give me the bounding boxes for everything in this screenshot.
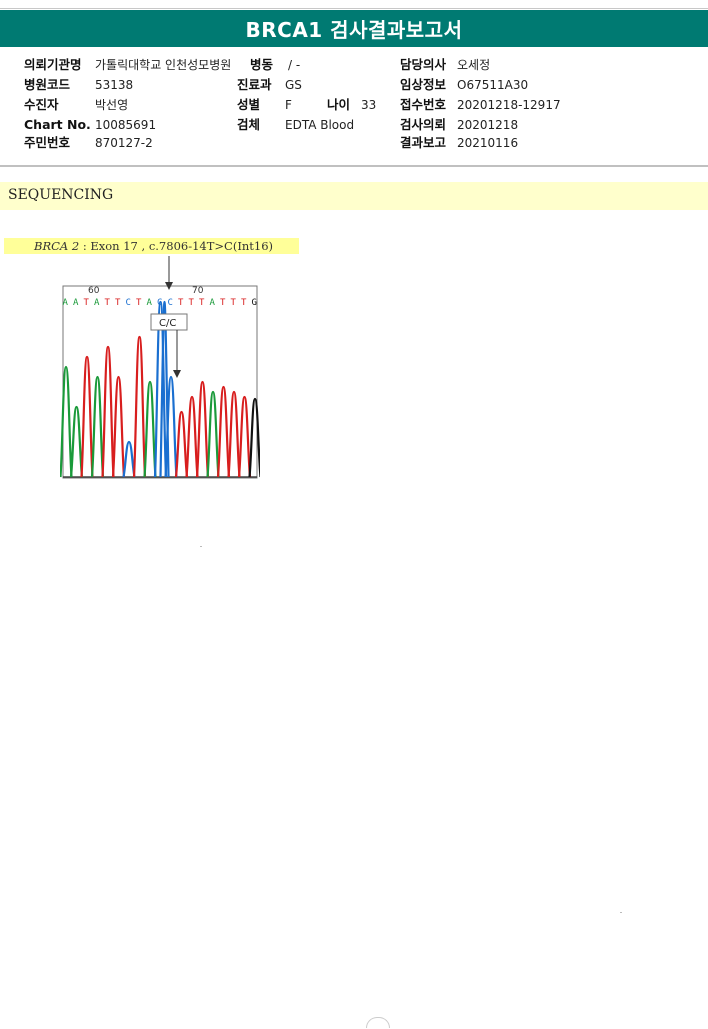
top-rule bbox=[0, 0, 708, 9]
sequence-base-label: T bbox=[178, 298, 184, 308]
id-no-label: 주민번호 bbox=[24, 135, 71, 150]
report-date-value: 20210116 bbox=[457, 136, 519, 150]
sequence-base-label: T bbox=[241, 298, 247, 308]
chromatogram-peak bbox=[122, 440, 136, 478]
id-no-value: 870127-2 bbox=[95, 136, 153, 150]
doctor-label: 담당의사 bbox=[400, 57, 447, 72]
patient-label: 수진자 bbox=[24, 97, 59, 112]
chromatogram-peak bbox=[111, 375, 126, 478]
hospital-code-value: 53138 bbox=[95, 78, 134, 92]
sequence-base-label: T bbox=[115, 298, 121, 308]
chromatogram-peak bbox=[80, 355, 94, 478]
sequence-base-label: C bbox=[168, 298, 173, 308]
request-date-label: 검사의뢰 bbox=[400, 117, 447, 132]
sequence-base-label: T bbox=[220, 298, 226, 308]
sequence-base-label: T bbox=[231, 298, 237, 308]
report-title-bar: BRCA1 검사결과보고서 bbox=[0, 10, 708, 47]
sequence-base-label: T bbox=[136, 298, 142, 308]
chromatogram: 60 70 A A T A T T C T A C C T T T A T T T G C/C bbox=[59, 256, 262, 482]
ward-value: / - bbox=[288, 58, 301, 72]
chart-no-value: 10085691 bbox=[95, 118, 157, 132]
specimen-value: EDTA Blood bbox=[285, 118, 355, 132]
sex-label: 성별 bbox=[237, 97, 261, 112]
sequence-base-label: T bbox=[199, 298, 205, 308]
chromatogram-peak bbox=[69, 405, 84, 478]
scan-dot bbox=[620, 912, 622, 913]
sex-value: F bbox=[285, 98, 292, 112]
variant-gene: BRCA 2 bbox=[34, 239, 80, 253]
chromatogram-peak bbox=[174, 410, 189, 478]
age-value: 33 bbox=[361, 98, 377, 112]
sequencing-section-header: SEQUENCING bbox=[0, 182, 708, 210]
clinical-info-value: O67511A30 bbox=[457, 78, 529, 92]
sequence-base-label: A bbox=[63, 298, 69, 308]
hospital-code-label: 병원코드 bbox=[24, 77, 71, 92]
sequence-base-label: T bbox=[189, 298, 195, 308]
genotype-call-label: C/C bbox=[159, 318, 176, 329]
department-label: 진료과 bbox=[237, 77, 272, 92]
institution-label: 의뢰기관명 bbox=[24, 57, 82, 72]
chromatogram-peak bbox=[248, 397, 262, 478]
receipt-no-label: 접수번호 bbox=[400, 97, 447, 112]
chromatogram-peak bbox=[185, 395, 199, 478]
scan-dot bbox=[200, 546, 202, 547]
chromatogram-peak bbox=[206, 390, 220, 478]
chromatogram-peak bbox=[216, 385, 231, 478]
variant-text: BRCA 2 : Exon 17 , c.7806-14T>C(Int16) bbox=[34, 238, 273, 254]
chromatogram-peak bbox=[195, 380, 210, 478]
chromatogram-peak bbox=[237, 395, 252, 478]
variant-highlight: BRCA 2 : Exon 17 , c.7806-14T>C(Int16) bbox=[4, 238, 299, 254]
chromatogram-peak bbox=[143, 380, 157, 478]
sequence-base-label: A bbox=[94, 298, 100, 308]
sequence-base-label: C bbox=[126, 298, 131, 308]
chromatogram-peak bbox=[227, 390, 241, 478]
specimen-label: 검체 bbox=[237, 117, 261, 132]
variant-description: : Exon 17 , c.7806-14T>C(Int16) bbox=[82, 239, 274, 253]
doctor-value: 오세정 bbox=[457, 58, 491, 72]
request-date-value: 20201218 bbox=[457, 118, 519, 132]
institution-value: 가톨릭대학교 인천성모병원 bbox=[95, 58, 232, 72]
page-corner-mark bbox=[366, 1017, 390, 1028]
chart-no-label: Chart No. bbox=[24, 117, 91, 132]
receipt-no-value: 20201218-12917 bbox=[457, 98, 561, 112]
age-label: 나이 bbox=[327, 97, 351, 112]
sequence-base-label: A bbox=[147, 298, 153, 308]
report-title: BRCA1 검사결과보고서 bbox=[245, 18, 463, 42]
call-arrow-head bbox=[173, 370, 181, 378]
chromatogram-peak bbox=[59, 365, 73, 478]
chromatogram-peak bbox=[132, 335, 147, 478]
chromatogram-peak bbox=[90, 375, 105, 478]
patient-info-block: 의뢰기관명 가톨릭대학교 인천성모병원 병동 / - 담당의사 오세정 병원코드… bbox=[0, 47, 708, 167]
clinical-info-label: 임상정보 bbox=[400, 77, 447, 92]
sequence-base-label: A bbox=[73, 298, 79, 308]
sequence-base-label: A bbox=[210, 298, 216, 308]
sequence-base-label: T bbox=[84, 298, 90, 308]
position-label: 70 bbox=[192, 286, 204, 296]
patient-value: 박선영 bbox=[95, 98, 129, 112]
chromatogram-svg: 60 70A A T A T T C T A C C T T T A T T T GC/C bbox=[59, 256, 262, 479]
department-value: GS bbox=[285, 78, 302, 92]
sequence-base-label: T bbox=[105, 298, 111, 308]
ward-label: 병동 bbox=[250, 57, 274, 72]
chromatogram-peak bbox=[101, 345, 115, 478]
report-date-label: 결과보고 bbox=[400, 135, 447, 150]
section-title: SEQUENCING bbox=[8, 187, 114, 203]
sequence-base-label: G bbox=[252, 298, 257, 308]
position-label: 60 bbox=[88, 286, 100, 296]
